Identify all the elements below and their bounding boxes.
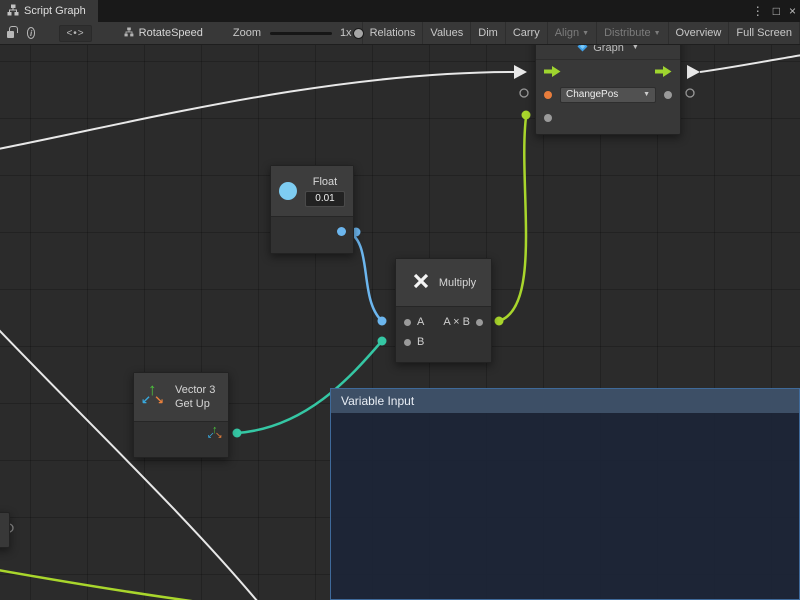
script-graph-icon <box>7 4 19 19</box>
code-icon[interactable]: <•> <box>59 25 91 42</box>
wire-flow-in <box>0 72 514 149</box>
chevron-down-icon: ▼ <box>643 91 650 98</box>
partial-node[interactable] <box>0 512 10 548</box>
zoom-slider[interactable] <box>270 32 332 35</box>
wire-green-bottom <box>0 570 198 600</box>
float-node-title: Float <box>313 176 337 188</box>
menu-icon[interactable]: ⋮ <box>752 4 764 18</box>
flow-port-row <box>536 60 680 83</box>
carry-button[interactable]: Carry <box>505 22 547 44</box>
vector3-node-subtitle: Get Up <box>175 398 215 411</box>
float-node-body <box>271 216 353 253</box>
wire-endpoint[interactable] <box>495 317 504 326</box>
dim-button[interactable]: Dim <box>470 22 505 44</box>
info-icon[interactable]: i <box>27 27 36 39</box>
wire-multiply-to-event <box>499 117 526 321</box>
tab-bar: Script Graph ⋮ □ × <box>0 0 800 22</box>
tab-title: Script Graph <box>24 5 86 17</box>
float-output-port[interactable] <box>337 227 346 236</box>
input-label-a: A <box>417 316 424 328</box>
multiply-node-header: Multiply <box>396 259 491 306</box>
wire-endpoint[interactable] <box>378 317 387 326</box>
zoom-value: 1x <box>340 27 352 39</box>
wire-flow-out <box>700 55 800 72</box>
multiply-icon <box>411 271 431 294</box>
dropdown-row: ChangePos ▼ <box>536 83 680 106</box>
float-node[interactable]: Float 0.01 <box>270 165 354 254</box>
input-label-b: B <box>417 336 424 348</box>
multiply-node[interactable]: Multiply A A × B B <box>395 258 492 363</box>
zoom-slider-handle[interactable] <box>353 28 364 39</box>
graph-canvas[interactable]: Graph ▼ ChangePos ▼ <box>0 45 800 600</box>
event-node-header[interactable]: Graph ▼ <box>536 45 680 60</box>
graph-name-label: RotateSpeed <box>139 27 203 39</box>
graph-unit-icon <box>577 45 588 55</box>
values-button[interactable]: Values <box>422 22 470 44</box>
chevron-down-icon: ▼ <box>582 30 589 37</box>
wire-diagonal <box>0 329 258 600</box>
graph-toolbar: i <•> RotateSpeed Zoom 1x Relations Valu… <box>0 22 800 45</box>
event-node-title: Graph <box>593 45 624 54</box>
dropdown-value: ChangePos <box>566 89 618 100</box>
align-dropdown[interactable]: Align▼ <box>547 22 596 44</box>
extra-port-row <box>536 106 680 129</box>
output-port[interactable] <box>476 319 483 326</box>
graph-asset-icon <box>124 27 134 40</box>
wire-endpoint[interactable] <box>233 429 242 438</box>
vector3-node[interactable]: ↑↙↘ Vector 3 Get Up ↑↙↘ <box>133 372 229 458</box>
relations-button[interactable]: Relations <box>362 22 423 44</box>
flow-arrowhead-out[interactable] <box>687 65 700 79</box>
float-type-icon <box>279 182 297 200</box>
value-output-port[interactable] <box>664 91 672 99</box>
wire-endpoint[interactable] <box>522 111 531 120</box>
multiply-node-body: A A × B B <box>396 306 491 362</box>
close-icon[interactable]: × <box>789 4 796 18</box>
maximize-icon[interactable]: □ <box>773 4 780 18</box>
vector3-node-body: ↑↙↘ <box>134 421 228 457</box>
unity-window: Script Graph ⋮ □ × i <•> RotateSpeed Zoo… <box>0 0 800 600</box>
flow-out-port[interactable] <box>655 66 672 77</box>
flow-in-port[interactable] <box>544 66 561 77</box>
vector3-node-title: Vector 3 <box>175 384 215 397</box>
vector3-output-port[interactable]: ↑↙↘ <box>206 427 222 443</box>
vector3-node-header: ↑↙↘ Vector 3 Get Up <box>134 373 228 421</box>
tab-script-graph[interactable]: Script Graph <box>0 0 98 22</box>
event-node[interactable]: Graph ▼ ChangePos ▼ <box>535 45 681 135</box>
graph-breadcrumb[interactable]: RotateSpeed <box>124 27 203 40</box>
value-port-right[interactable] <box>686 89 694 97</box>
distribute-dropdown[interactable]: Distribute▼ <box>596 22 667 44</box>
chevron-down-icon: ▼ <box>632 45 639 51</box>
vector3-icon: ↑↙↘ <box>142 385 166 409</box>
zoom-label: Zoom <box>233 27 261 39</box>
multiply-node-title: Multiply <box>439 277 476 289</box>
chevron-down-icon: ▼ <box>654 30 661 37</box>
value-input-port[interactable] <box>544 91 552 99</box>
flow-arrowhead-in[interactable] <box>514 65 527 79</box>
output-label: A × B <box>443 316 470 328</box>
group-header[interactable]: Variable Input <box>331 389 799 413</box>
float-node-header: Float 0.01 <box>271 166 353 216</box>
fullscreen-button[interactable]: Full Screen <box>728 22 800 44</box>
port-row-b: B <box>396 332 491 352</box>
toolbar-buttons: Relations Values Dim Carry Align▼ Distri… <box>362 22 800 44</box>
variable-input-group[interactable]: Variable Input <box>330 388 800 600</box>
port-row-a: A A × B <box>396 312 491 332</box>
value-port-left[interactable] <box>520 89 528 97</box>
wire-endpoint[interactable] <box>378 337 387 346</box>
input-port-a[interactable] <box>404 319 411 326</box>
window-controls: ⋮ □ × <box>752 0 796 22</box>
group-title: Variable Input <box>341 394 414 408</box>
input-port-b[interactable] <box>404 339 411 346</box>
changepos-dropdown[interactable]: ChangePos ▼ <box>560 87 656 103</box>
value-input-port-2[interactable] <box>544 114 552 122</box>
lock-icon[interactable] <box>7 31 14 38</box>
overview-button[interactable]: Overview <box>668 22 729 44</box>
float-value-field[interactable]: 0.01 <box>305 191 345 207</box>
